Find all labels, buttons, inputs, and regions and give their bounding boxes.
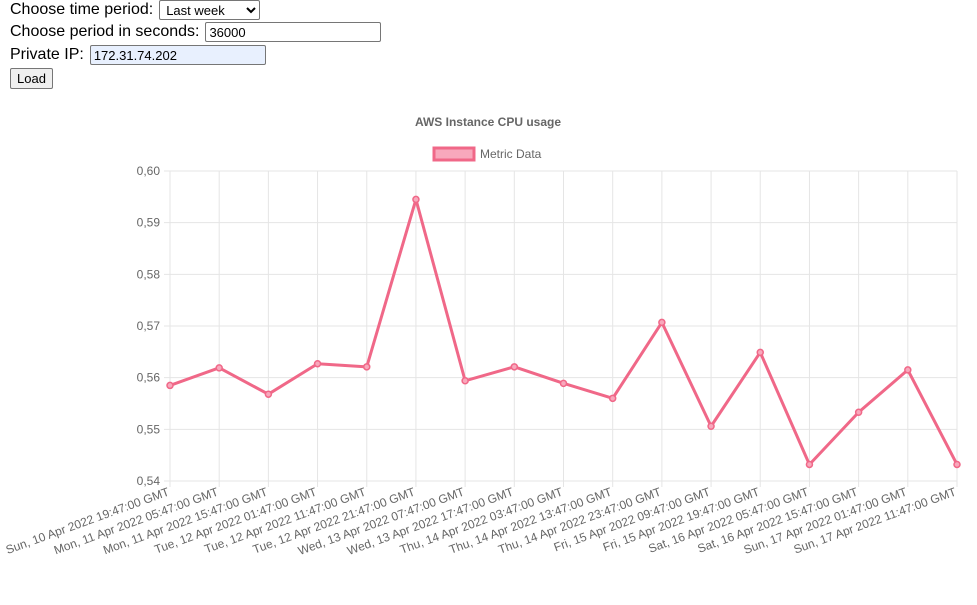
time-period-select[interactable]: Last week — [159, 0, 261, 20]
y-tick-label: 0,54 — [137, 474, 161, 488]
data-point[interactable] — [559, 379, 568, 388]
time-period-row: Choose time period: Last week — [10, 0, 261, 20]
y-axis: 0,60 0,59 0,58 0,57 0,56 0,55 0,54 — [137, 164, 161, 488]
cpu-usage-chart: AWS Instance CPU usage Metric Data 0,600… — [4, 115, 961, 558]
legend-label: Metric Data — [480, 147, 542, 161]
y-tick-label: 0,56 — [137, 371, 161, 385]
chart-legend[interactable]: Metric Data — [432, 146, 542, 162]
y-tick-label: 0,60 — [137, 164, 161, 178]
load-row: Load — [10, 68, 53, 89]
data-point[interactable] — [756, 348, 764, 357]
private-ip-label: Private IP: — [10, 46, 84, 63]
chart-grid — [164, 170, 958, 487]
data-point[interactable] — [805, 460, 814, 469]
y-tick-label: 0,55 — [137, 422, 161, 436]
data-point[interactable] — [461, 377, 469, 385]
period-seconds-input[interactable] — [205, 22, 382, 42]
chart-title: AWS Instance CPU usage — [415, 115, 561, 129]
y-tick-label: 0,57 — [137, 319, 161, 333]
time-period-label: Choose time period: — [10, 1, 154, 18]
y-tick-label: 0,59 — [137, 216, 161, 230]
period-seconds-label: Choose period in seconds: — [10, 23, 200, 40]
x-axis: Sun, 10 Apr 2022 19:47:00 GMTMon, 11 Apr… — [4, 484, 959, 558]
private-ip-input[interactable] — [89, 45, 266, 65]
load-button[interactable]: Load — [10, 68, 53, 89]
data-point[interactable] — [412, 195, 420, 204]
data-point[interactable] — [608, 394, 617, 403]
data-point[interactable] — [166, 381, 174, 390]
data-point[interactable] — [264, 390, 273, 398]
data-point[interactable] — [363, 363, 371, 371]
data-point[interactable] — [953, 460, 961, 469]
private-ip-row: Private IP: — [10, 45, 266, 65]
data-point[interactable] — [904, 366, 912, 374]
data-point[interactable] — [215, 364, 223, 372]
data-point[interactable] — [313, 359, 322, 368]
data-point[interactable] — [707, 422, 715, 430]
y-tick-label: 0,58 — [137, 267, 161, 281]
data-point[interactable] — [854, 408, 863, 417]
data-point[interactable] — [658, 318, 666, 327]
data-point[interactable] — [510, 363, 519, 371]
period-seconds-row: Choose period in seconds: — [10, 22, 382, 42]
legend-swatch — [432, 146, 476, 162]
